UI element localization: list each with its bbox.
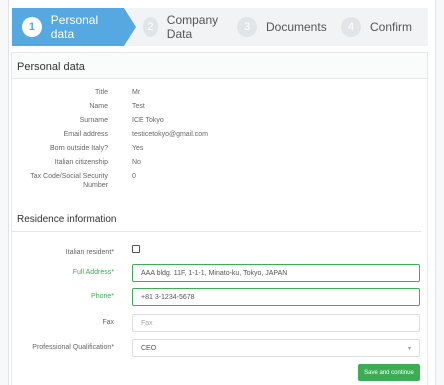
step-label: Confirm [370,20,413,34]
field-key: Email address [63,131,108,138]
field-key: Born outside Italy? [50,145,108,152]
save-and-continue-button[interactable]: Save and continue [358,364,420,381]
field-value: Mr [132,89,141,96]
step-label: Personal data [50,13,99,41]
field-key: Italian citizenship [54,159,108,166]
panel-title: Personal data [12,53,427,79]
qualification-label: Professional Qualification* [32,344,114,351]
field-value: 0 [132,173,136,180]
fax-input[interactable]: Fax [132,314,420,332]
step-label: Company Data [166,13,219,41]
field-key: Name [89,103,108,110]
step-documents[interactable]: 3 Documents [226,8,328,46]
wizard-stepper: 1 Personal data 2 Company Data 3 Documen… [12,8,428,46]
field-value: Test [132,103,145,110]
fax-placeholder: Fax [141,319,153,327]
field-key: Number [83,182,108,189]
field-value: No [132,159,141,166]
step-number: 4 [341,17,361,37]
fax-label: Fax [102,319,114,326]
phone-value: +81 3-1234-5678 [141,293,195,301]
field-value: Yes [132,145,144,152]
step-label: Documents [266,20,327,34]
full-address-input[interactable]: AAA bldg. 11F, 1-1-1, Minato-ku, Tokyo, … [132,264,420,282]
field-key: Tax Code/Social Security [30,173,108,180]
step-confirm[interactable]: 4 Confirm [328,8,428,46]
divider [12,231,421,232]
full-address-label: Full Address* [72,269,114,276]
field-key: Title [95,89,108,96]
field-value: ICE Tokyo [132,117,164,124]
step-company-data[interactable]: 2 Company Data [124,8,226,46]
qualification-value: CEO [141,344,157,352]
phone-input[interactable]: +81 3-1234-5678 [132,288,420,306]
chevron-down-icon: ▾ [407,346,411,352]
field-value: testicetokyo@gmail.com [132,131,208,138]
step-number: 2 [143,17,158,37]
italian-resident-label: Italian resident* [65,249,114,256]
full-address-value: AAA bldg. 11F, 1-1-1, Minato-ku, Tokyo, … [141,269,288,277]
step-number: 3 [237,17,257,37]
form-panel: Personal data Title Mr Name Test Surname… [11,52,428,385]
step-number: 1 [22,17,42,37]
phone-label: Phone* [91,293,114,300]
step-arrow [124,8,136,46]
step-personal-data[interactable]: 1 Personal data [12,8,136,46]
residence-title: Residence information [17,214,117,225]
field-key: Surname [79,117,108,124]
italian-resident-checkbox[interactable] [132,245,140,253]
qualification-select[interactable]: CEO ▾ [132,339,420,357]
